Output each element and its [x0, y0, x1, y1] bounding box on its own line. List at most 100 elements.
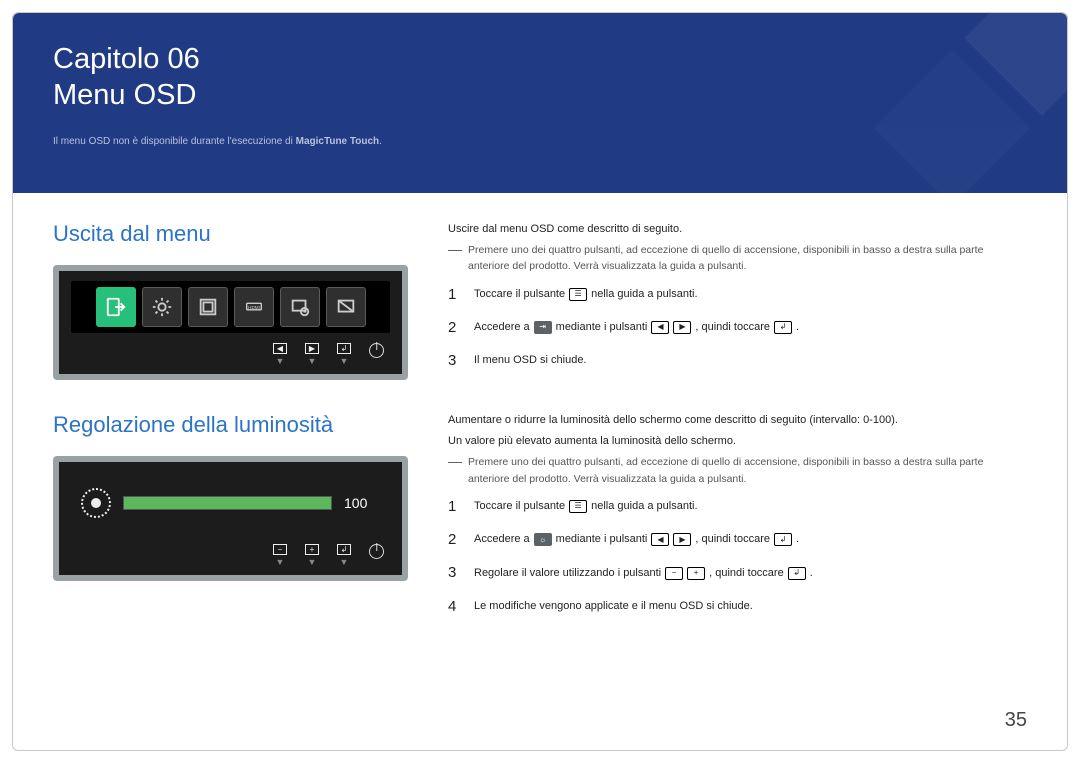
osd-hdmi-icon[interactable]: HDMI	[234, 287, 274, 327]
bright-step-4: 4 Le modifiche vengono applicate e il me…	[448, 595, 1027, 618]
step-body: Toccare il pulsante ☰ nella guida a puls…	[474, 286, 698, 303]
bright-dash-text: Premere uno dei quattro pulsanti, ad ecc…	[468, 454, 1027, 487]
exit-step-3: 3 Il menu OSD si chiude.	[448, 349, 1027, 372]
brightness-slider[interactable]	[123, 496, 332, 510]
step-body: Accedere a ☼ mediante i pulsanti ◀ ▶ , q…	[474, 531, 799, 548]
bright-steps: 1 Toccare il pulsante ☰ nella guida a pu…	[448, 495, 1027, 618]
osd-nav-minus[interactable]: −▼	[273, 544, 287, 567]
step-text: .	[796, 319, 799, 336]
minus-icon: −	[273, 544, 287, 555]
right-arrow-icon: ▶	[305, 343, 319, 354]
enter-icon: ↲	[774, 321, 792, 334]
step-number: 1	[448, 283, 460, 306]
osd-nav-right[interactable]: ▶▼	[305, 343, 319, 366]
bright-left-col: Regolazione della luminosità 100 −▼ +▼ ↲…	[53, 412, 408, 628]
exit-intro: Uscire dal menu OSD come descritto di se…	[448, 221, 1027, 238]
enter-icon: ↲	[788, 567, 806, 580]
chevron-down-icon: ▼	[276, 356, 285, 366]
right-arrow-icon: ▶	[673, 321, 691, 334]
bright-step-3: 3 Regolare il valore utilizzando i pulsa…	[448, 561, 1027, 584]
plus-icon: +	[305, 544, 319, 555]
step-body: Regolare il valore utilizzando i pulsant…	[474, 565, 813, 582]
bright-title: Regolazione della luminosità	[53, 412, 408, 438]
bright-step-2: 2 Accedere a ☼ mediante i pulsanti ◀ ▶ ,…	[448, 528, 1027, 551]
step-number: 2	[448, 316, 460, 339]
chevron-down-icon: ▼	[308, 356, 317, 366]
osd-bottom-row: −▼ +▼ ↲▼	[71, 534, 390, 569]
chevron-down-icon: ▼	[276, 557, 285, 567]
power-icon	[369, 343, 384, 358]
header-decoration	[827, 13, 1067, 193]
osd-nav-plus[interactable]: +▼	[305, 544, 319, 567]
chevron-down-icon: ▼	[308, 557, 317, 567]
step-text: , quindi toccare	[695, 319, 770, 336]
enter-icon: ↲	[337, 544, 351, 555]
osd-picture-icon[interactable]	[188, 287, 228, 327]
exit-right-col: Uscire dal menu OSD come descritto di se…	[448, 221, 1027, 382]
osd-power-button[interactable]	[369, 343, 384, 366]
section-exit: Uscita dal menu HDMI	[53, 221, 1027, 382]
osd-power-button[interactable]	[369, 544, 384, 567]
osd-exit-icon[interactable]	[96, 287, 136, 327]
step-text: , quindi toccare	[695, 531, 770, 548]
osd-nav-left[interactable]: ◀▼	[273, 343, 287, 366]
osd-brightness-icon[interactable]	[142, 287, 182, 327]
osd-disable-icon[interactable]	[326, 287, 366, 327]
left-arrow-icon: ◀	[651, 533, 669, 546]
exit-steps: 1 Toccare il pulsante ☰ nella guida a pu…	[448, 283, 1027, 373]
step-text: .	[810, 565, 813, 582]
chapter-label: Capitolo 06	[53, 43, 200, 75]
step-body: Il menu OSD si chiude.	[474, 352, 587, 369]
bright-intro-2: Un valore più elevato aumenta la luminos…	[448, 433, 1027, 450]
page-content: Uscita dal menu HDMI	[53, 221, 1027, 710]
step-number: 3	[448, 561, 460, 584]
bright-step-1: 1 Toccare il pulsante ☰ nella guida a pu…	[448, 495, 1027, 518]
step-number: 3	[448, 349, 460, 372]
osd-nav-enter[interactable]: ↲▼	[337, 343, 351, 366]
step-text: mediante i pulsanti	[556, 531, 648, 548]
menu-button-icon: ☰	[569, 288, 587, 301]
dash-icon: ―	[448, 454, 462, 468]
osd-menu-row: HDMI	[71, 281, 390, 333]
header-note-prefix: Il menu OSD non è disponibile durante l'…	[53, 136, 296, 147]
step-text: Toccare il pulsante	[474, 286, 565, 303]
chevron-down-icon: ▼	[340, 356, 349, 366]
plus-icon: +	[687, 567, 705, 580]
step-number: 1	[448, 495, 460, 518]
left-arrow-icon: ◀	[651, 321, 669, 334]
osd-exit-mock: HDMI ◀▼ ▶▼ ↲▼	[53, 265, 408, 380]
header-note-bold: MagicTune Touch	[296, 136, 380, 147]
page-frame: Capitolo 06 Menu OSD Il menu OSD non è d…	[12, 12, 1068, 751]
exit-dash-note: ― Premere uno dei quattro pulsanti, ad e…	[448, 242, 1027, 275]
header-note-suffix: .	[379, 136, 382, 147]
osd-timer-icon[interactable]	[280, 287, 320, 327]
step-text: Accedere a	[474, 319, 530, 336]
step-text: .	[796, 531, 799, 548]
enter-icon: ↲	[774, 533, 792, 546]
chapter-name: Menu OSD	[53, 79, 196, 111]
brightness-slider-row: 100	[71, 472, 390, 534]
menu-button-icon: ☰	[569, 500, 587, 513]
step-text: Toccare il pulsante	[474, 498, 565, 515]
step-text: Accedere a	[474, 531, 530, 548]
exit-step-2: 2 Accedere a ⇥ mediante i pulsanti ◀ ▶ ,…	[448, 316, 1027, 339]
exit-title: Uscita dal menu	[53, 221, 408, 247]
brightness-target-icon: ☼	[534, 533, 552, 546]
slider-fill	[124, 497, 331, 509]
chevron-down-icon: ▼	[340, 557, 349, 567]
exit-left-col: Uscita dal menu HDMI	[53, 221, 408, 382]
step-text: nella guida a pulsanti.	[591, 286, 697, 303]
chapter-header: Capitolo 06 Menu OSD Il menu OSD non è d…	[13, 13, 1067, 193]
brightness-value: 100	[344, 495, 380, 511]
bright-dash-note: ― Premere uno dei quattro pulsanti, ad e…	[448, 454, 1027, 487]
step-text: Regolare il valore utilizzando i pulsant…	[474, 565, 661, 582]
minus-icon: −	[665, 567, 683, 580]
bright-intro-1: Aumentare o ridurre la luminosità dello …	[448, 412, 1027, 429]
osd-nav-enter[interactable]: ↲▼	[337, 544, 351, 567]
section-brightness: Regolazione della luminosità 100 −▼ +▼ ↲…	[53, 412, 1027, 628]
exit-step-1: 1 Toccare il pulsante ☰ nella guida a pu…	[448, 283, 1027, 306]
exit-target-icon: ⇥	[534, 321, 552, 334]
bright-right-col: Aumentare o ridurre la luminosità dello …	[448, 412, 1027, 628]
step-number: 4	[448, 595, 460, 618]
enter-icon: ↲	[337, 343, 351, 354]
